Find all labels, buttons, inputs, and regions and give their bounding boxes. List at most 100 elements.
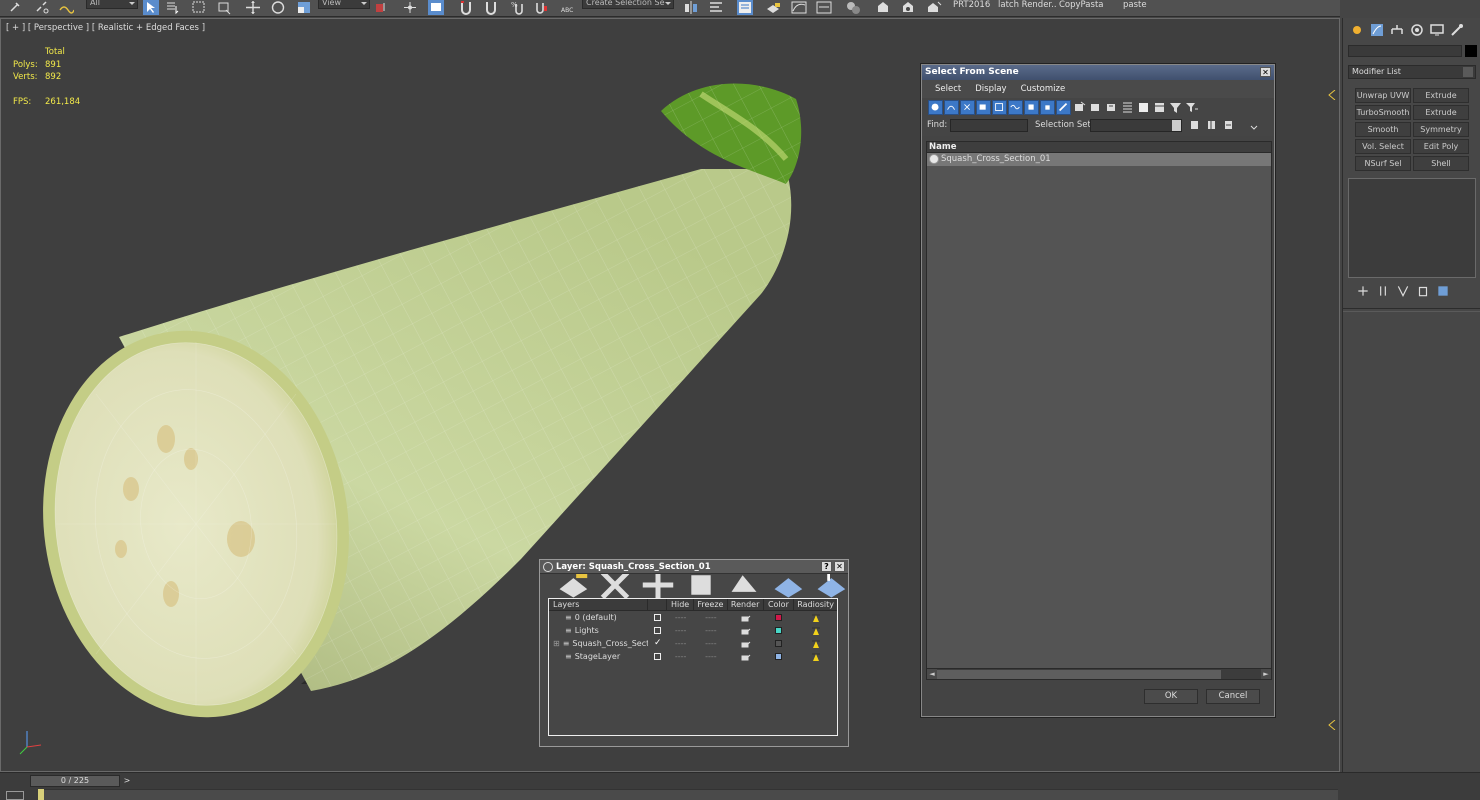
- current-layer-checkbox[interactable]: [654, 653, 662, 660]
- nsurf-sel-button[interactable]: NSurf Sel: [1355, 156, 1411, 171]
- extrude-button-2[interactable]: Extrude: [1413, 105, 1469, 120]
- scroll-right-icon[interactable]: ►: [1261, 669, 1271, 679]
- expand-options-icon[interactable]: [1249, 123, 1259, 133]
- curve-editor-icon[interactable]: [791, 0, 807, 15]
- edit-selection-set-icon[interactable]: [1223, 119, 1235, 131]
- freeze-toggle[interactable]: ----: [694, 624, 728, 637]
- render-setup-icon[interactable]: [875, 0, 891, 15]
- list-item[interactable]: Squash_Cross_Section_01: [927, 153, 1271, 166]
- close-button[interactable]: ✕: [1260, 67, 1271, 77]
- hierarchy-tab-icon[interactable]: [1389, 22, 1405, 38]
- make-unique-icon[interactable]: [1396, 284, 1410, 298]
- modify-tab-icon[interactable]: [1369, 22, 1385, 38]
- schematic-view-icon[interactable]: [816, 0, 832, 15]
- geometry-filter-icon[interactable]: [928, 99, 943, 115]
- layer-color-swatch[interactable]: [775, 653, 783, 660]
- radiosity-icon[interactable]: [810, 651, 822, 663]
- time-slider[interactable]: 0 / 225 >: [30, 775, 130, 787]
- vol-select-button[interactable]: Vol. Select: [1355, 139, 1411, 154]
- rendered-frame-window-icon[interactable]: [900, 0, 916, 15]
- radiosity-icon[interactable]: [810, 612, 822, 624]
- object-name-input[interactable]: [1348, 45, 1462, 57]
- modifier-stack[interactable]: [1348, 178, 1476, 278]
- selection-filter-dropdown[interactable]: All: [86, 0, 138, 9]
- render-production-icon[interactable]: [926, 0, 942, 15]
- select-from-scene-titlebar[interactable]: Select From Scene ✕: [922, 65, 1274, 80]
- freeze-toggle[interactable]: ----: [694, 611, 728, 624]
- hide-toggle[interactable]: ----: [667, 624, 694, 637]
- horizontal-scrollbar[interactable]: ◄ ►: [926, 668, 1272, 680]
- col-color[interactable]: Color: [764, 599, 795, 610]
- filter-icon[interactable]: [1168, 100, 1183, 115]
- track-bar[interactable]: [38, 789, 1338, 800]
- scene-object-list[interactable]: Name Squash_Cross_Section_01: [926, 141, 1272, 671]
- remove-selection-set-icon[interactable]: [1206, 119, 1218, 131]
- render-teapot-icon[interactable]: [741, 640, 751, 648]
- table-row[interactable]: ≡ 0 (default) ---- ----: [549, 611, 837, 624]
- time-configuration-icon[interactable]: [6, 791, 24, 800]
- columns-icon[interactable]: [1152, 100, 1167, 115]
- keyboard-shortcut-override-icon[interactable]: [428, 0, 444, 15]
- add-selection-set-icon[interactable]: [1189, 119, 1201, 131]
- create-tab-icon[interactable]: [1349, 22, 1365, 38]
- align-icon[interactable]: [708, 0, 724, 15]
- edit-named-selection-icon[interactable]: ABC: [560, 0, 576, 15]
- helpers-filter-icon[interactable]: [992, 99, 1007, 115]
- cameras-filter-icon[interactable]: [976, 99, 991, 115]
- link-icon[interactable]: [8, 0, 24, 15]
- rotate-icon[interactable]: [270, 0, 286, 15]
- layer-color-swatch[interactable]: [775, 614, 783, 621]
- snap-3d-icon[interactable]: [458, 0, 474, 15]
- utilities-tab-icon[interactable]: [1449, 22, 1465, 38]
- angle-snap-icon[interactable]: [483, 0, 499, 15]
- table-row[interactable]: ≡ Lights ---- ----: [549, 624, 837, 637]
- spinner-snap-icon[interactable]: [533, 0, 549, 15]
- select-manipulate-icon[interactable]: [402, 0, 418, 15]
- shapes-filter-icon[interactable]: [944, 99, 959, 115]
- move-icon[interactable]: [245, 0, 261, 15]
- table-row[interactable]: ≡ StageLayer ---- ----: [549, 650, 837, 663]
- menu-select[interactable]: Select: [935, 84, 961, 98]
- col-freeze[interactable]: Freeze: [694, 599, 728, 610]
- cancel-button[interactable]: Cancel: [1206, 689, 1260, 704]
- col-current[interactable]: [648, 599, 668, 610]
- layer-color-swatch[interactable]: [775, 627, 783, 634]
- xrefs-filter-icon[interactable]: [1040, 99, 1055, 115]
- col-radiosity[interactable]: Radiosity: [794, 599, 837, 610]
- show-end-result-icon[interactable]: [1376, 284, 1390, 298]
- spacewarps-filter-icon[interactable]: [1008, 99, 1023, 115]
- freeze-toggle[interactable]: ----: [694, 637, 728, 650]
- invert-selection-icon[interactable]: [1104, 100, 1119, 115]
- scroll-thumb[interactable]: [937, 670, 1221, 679]
- unwrap-uvw-button[interactable]: Unwrap UVW: [1355, 88, 1411, 103]
- render-teapot-icon[interactable]: [741, 614, 751, 622]
- motion-tab-icon[interactable]: [1409, 22, 1425, 38]
- hide-toggle[interactable]: ----: [667, 650, 694, 663]
- scale-icon[interactable]: [296, 0, 312, 15]
- symmetry-button[interactable]: Symmetry: [1413, 122, 1469, 137]
- menu-customize[interactable]: Customize: [1021, 84, 1066, 98]
- rect-selection-icon[interactable]: [191, 0, 207, 15]
- display-icon[interactable]: [1136, 100, 1151, 115]
- hide-toggle[interactable]: ----: [667, 611, 694, 624]
- remove-modifier-icon[interactable]: [1416, 284, 1430, 298]
- freeze-toggle[interactable]: ----: [694, 650, 728, 663]
- pivot-center-icon[interactable]: [374, 0, 390, 15]
- shell-button[interactable]: Shell: [1413, 156, 1469, 171]
- toolbar-label-prt2016[interactable]: PRT2016: [953, 0, 990, 10]
- current-layer-checkbox[interactable]: [654, 627, 662, 634]
- next-frame-button[interactable]: >: [121, 776, 133, 786]
- smooth-button[interactable]: Smooth: [1355, 122, 1411, 137]
- col-layers[interactable]: Layers: [549, 599, 649, 610]
- layer-dialog-titlebar[interactable]: Layer: Squash_Cross_Section_01 ? ✕: [540, 560, 848, 574]
- select-object-icon[interactable]: [143, 0, 159, 15]
- toolbar-label-batch-render[interactable]: latch Render..: [998, 0, 1057, 10]
- object-color-swatch[interactable]: [1465, 45, 1477, 57]
- layer-manager-icon[interactable]: [765, 0, 781, 15]
- bind-spacewarp-icon[interactable]: [58, 0, 74, 15]
- help-button[interactable]: ?: [821, 561, 832, 572]
- col-hide[interactable]: Hide: [667, 599, 695, 610]
- select-by-name-icon[interactable]: [165, 0, 181, 15]
- layer-close-button[interactable]: ✕: [834, 561, 845, 572]
- hide-toggle[interactable]: ----: [667, 637, 694, 650]
